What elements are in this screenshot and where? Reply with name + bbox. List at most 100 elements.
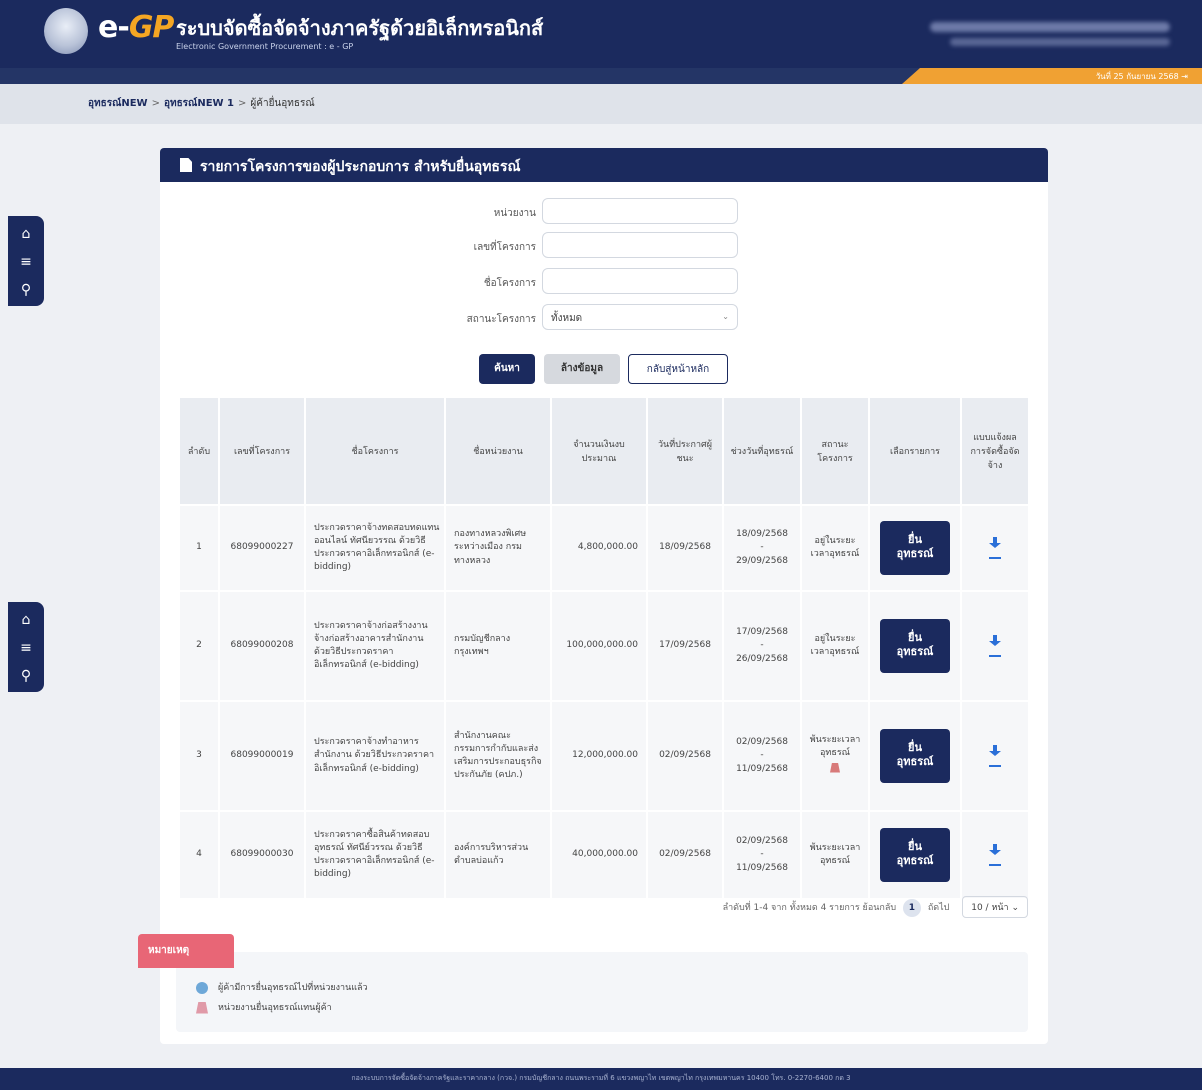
row-project-name: ประกวดราคาจ้างทำอาหารสำนักงาน ด้วยวิธีปร… bbox=[306, 700, 446, 810]
next-page-button[interactable]: ถัดไป bbox=[928, 903, 950, 913]
user-name-blurred bbox=[930, 22, 1170, 32]
card-header: รายการโครงการของผู้ประกอบการ สำหรับยื่นอ… bbox=[160, 148, 1048, 182]
row-budget: 100,000,000.00 bbox=[552, 590, 648, 700]
submit-appeal-button[interactable]: ยื่น อุทธรณ์ bbox=[880, 521, 950, 575]
back-home-button[interactable]: กลับสู่หน้าหลัก bbox=[628, 354, 728, 384]
row-status: อยู่ในระยะเวลาอุทธรณ์ bbox=[802, 590, 870, 700]
submit-appeal-button[interactable]: ยื่น อุทธรณ์ bbox=[880, 619, 950, 673]
search-button[interactable]: ค้นหา bbox=[479, 354, 535, 384]
row-project-no: 68099000019 bbox=[220, 700, 306, 810]
row-appeal-period: 02/09/2568-11/09/2568 bbox=[724, 700, 802, 810]
menu-icon[interactable]: ≡ bbox=[18, 254, 34, 270]
table-header-row: ลำดับ เลขที่โครงการ ชื่อโครงการ ชื่อหน่ว… bbox=[180, 398, 1028, 504]
row-download bbox=[962, 590, 1028, 700]
menu-icon[interactable]: ≡ bbox=[18, 640, 34, 656]
search-icon[interactable]: ⚲ bbox=[18, 282, 34, 298]
table-row: 3 68099000019 ประกวดราคาจ้างทำอาหารสำนัก… bbox=[180, 700, 1028, 810]
project-list-card: รายการโครงการของผู้ประกอบการ สำหรับยื่นอ… bbox=[160, 148, 1048, 1044]
sub-header-bar: วันที่ 25 กันยายน 2568 ⇥ bbox=[0, 68, 1202, 84]
legend-item: ผู้ค้ามีการยื่นอุทธรณ์ไปที่หน่วยงานแล้ว bbox=[196, 980, 368, 994]
page-size-select[interactable]: 10 / หน้า ⌄ bbox=[962, 896, 1028, 918]
download-icon[interactable] bbox=[989, 536, 1001, 551]
col-header-project-name: ชื่อโครงการ bbox=[306, 398, 446, 504]
current-date: วันที่ 25 กันยายน 2568 ⇥ bbox=[1095, 72, 1188, 81]
project-name-input[interactable] bbox=[542, 268, 738, 294]
row-download bbox=[962, 810, 1028, 898]
col-header-project-no: เลขที่โครงการ bbox=[220, 398, 306, 504]
agency-appealed-icon bbox=[196, 1001, 208, 1014]
row-no: 3 bbox=[180, 700, 220, 810]
row-appeal-period: 18/09/2568-29/09/2568 bbox=[724, 504, 802, 590]
table-row: 2 68099000208 ประกวดราคาจ้างก่อสร้างงานจ… bbox=[180, 590, 1028, 700]
project-name-label: ชื่อโครงการ bbox=[483, 278, 536, 289]
download-icon[interactable] bbox=[989, 634, 1001, 649]
legend-text: ผู้ค้ามีการยื่นอุทธรณ์ไปที่หน่วยงานแล้ว bbox=[218, 983, 368, 993]
home-icon[interactable]: ⌂ bbox=[18, 226, 34, 242]
col-header-agency: ชื่อหน่วยงาน bbox=[446, 398, 552, 504]
col-header-report-form: แบบแจ้งผลการจัดซื้อจัดจ้าง bbox=[962, 398, 1028, 504]
search-icon[interactable]: ⚲ bbox=[18, 668, 34, 684]
row-project-no: 68099000030 bbox=[220, 810, 306, 898]
row-announce-date: 18/09/2568 bbox=[648, 504, 724, 590]
row-select: ยื่น อุทธรณ์ bbox=[870, 504, 962, 590]
top-header: e-GP ระบบจัดซื้อจัดจ้างภาครัฐด้วยอิเล็กท… bbox=[0, 0, 1202, 68]
breadcrumb-separator: > bbox=[238, 98, 247, 109]
clear-button[interactable]: ล้างข้อมูล bbox=[544, 354, 620, 384]
row-no: 4 bbox=[180, 810, 220, 898]
legend-tab: หมายเหตุ bbox=[138, 934, 234, 968]
row-announce-date: 02/09/2568 bbox=[648, 810, 724, 898]
card-title: รายการโครงการของผู้ประกอบการ สำหรับยื่นอ… bbox=[200, 159, 521, 175]
row-project-name: ประกวดราคาจ้างก่อสร้างงานจ้างก่อสร้างอาค… bbox=[306, 590, 446, 700]
floating-toolbar-bottom: ⌂ ≡ ⚲ bbox=[8, 602, 44, 692]
status-select-value: ทั้งหมด bbox=[551, 313, 583, 324]
user-org-blurred bbox=[950, 38, 1170, 46]
row-appeal-period: 02/09/2568-11/09/2568 bbox=[724, 810, 802, 898]
row-project-name: ประกวดราคาซื้อสินค้าทดสอบอุทธรณ์ ทัศนีย์… bbox=[306, 810, 446, 898]
row-agency: องค์การบริหารส่วนตำบลบ่อแก้ว bbox=[446, 810, 552, 898]
row-project-name: ประกวดราคาจ้างทดสอบทดแทนออนไลน์ ทัศนียวร… bbox=[306, 504, 446, 590]
status-label: สถานะโครงการ bbox=[466, 314, 536, 325]
row-agency: สำนักงานคณะกรรมการกำกับและส่งเสริมการประ… bbox=[446, 700, 552, 810]
col-header-select: เลือกรายการ bbox=[870, 398, 962, 504]
download-icon[interactable] bbox=[989, 744, 1001, 759]
row-select: ยื่น อุทธรณ์ bbox=[870, 590, 962, 700]
row-status: พ้นระยะเวลาอุทธรณ์ bbox=[802, 700, 870, 810]
submit-appeal-button[interactable]: ยื่น อุทธรณ์ bbox=[880, 828, 950, 882]
row-project-no: 68099000227 bbox=[220, 504, 306, 590]
breadcrumb-item-appeal-new-1[interactable]: อุทธรณ์NEW 1 bbox=[164, 98, 234, 109]
breadcrumb: อุทธรณ์NEW > อุทธรณ์NEW 1 > ผู้ค้ายื่นอุทธรณ… bbox=[88, 96, 315, 111]
row-select: ยื่น อุทธรณ์ bbox=[870, 810, 962, 898]
row-no: 1 bbox=[180, 504, 220, 590]
row-download bbox=[962, 700, 1028, 810]
footer-text: กองระบบการจัดซื้อจัดจ้างภาครัฐและราคากลา… bbox=[351, 1074, 851, 1082]
home-icon[interactable]: ⌂ bbox=[18, 612, 34, 628]
legend-box: ผู้ค้ามีการยื่นอุทธรณ์ไปที่หน่วยงานแล้ว … bbox=[176, 952, 1028, 1032]
col-header-no: ลำดับ bbox=[180, 398, 220, 504]
breadcrumb-separator: > bbox=[151, 98, 160, 109]
download-icon[interactable] bbox=[989, 843, 1001, 858]
page-number-button[interactable]: 1 bbox=[902, 899, 921, 917]
status-select[interactable]: ทั้งหมด ⌄ bbox=[542, 304, 738, 330]
logout-icon[interactable]: ⇥ bbox=[1181, 72, 1188, 81]
legend-item: หน่วยงานยื่นอุทธรณ์แทนผู้ค้า bbox=[196, 1000, 332, 1014]
floating-toolbar-top: ⌂ ≡ ⚲ bbox=[8, 216, 44, 306]
pagination-summary: ลำดับที่ 1-4 จาก ทั้งหมด 4 รายการ ย้อนกล… bbox=[722, 903, 897, 913]
project-table: ลำดับ เลขที่โครงการ ชื่อโครงการ ชื่อหน่ว… bbox=[180, 398, 1028, 898]
project-no-label: เลขที่โครงการ bbox=[473, 242, 536, 253]
row-budget: 4,800,000.00 bbox=[552, 504, 648, 590]
breadcrumb-item-appeal-new[interactable]: อุทธรณ์NEW bbox=[88, 98, 148, 109]
row-appeal-period: 17/09/2568-26/09/2568 bbox=[724, 590, 802, 700]
row-agency: กรมบัญชีกลาง กรุงเทพฯ bbox=[446, 590, 552, 700]
egp-logo[interactable]: e-GP bbox=[98, 10, 174, 45]
system-subtitle: Electronic Government Procurement : e - … bbox=[176, 42, 354, 51]
garuda-seal-icon bbox=[44, 8, 88, 54]
project-no-input[interactable] bbox=[542, 232, 738, 258]
col-header-status: สถานะโครงการ bbox=[802, 398, 870, 504]
row-no: 2 bbox=[180, 590, 220, 700]
row-announce-date: 17/09/2568 bbox=[648, 590, 724, 700]
agency-input[interactable] bbox=[542, 198, 738, 224]
row-budget: 40,000,000.00 bbox=[552, 810, 648, 898]
col-header-budget: จำนวนเงินงบประมาณ bbox=[552, 398, 648, 504]
submit-appeal-button[interactable]: ยื่น อุทธรณ์ bbox=[880, 729, 950, 783]
row-agency: กองทางหลวงพิเศษระหว่างเมือง กรมทางหลวง bbox=[446, 504, 552, 590]
